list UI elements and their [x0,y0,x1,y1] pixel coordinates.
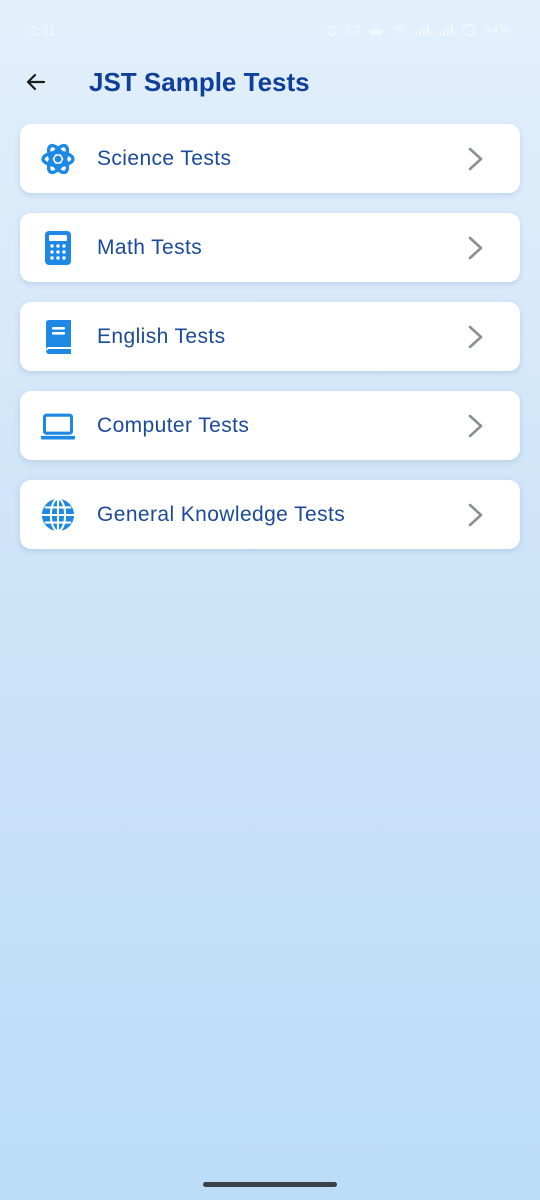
signal-icon [414,24,429,35]
english-tests-label: English Tests [97,325,226,348]
chevron-right-icon [468,236,483,260]
chevron-right-icon [468,325,483,349]
chevron-right-icon [468,503,483,527]
general-knowledge-tests-label: General Knowledge Tests [97,503,346,526]
page-title: JST Sample Tests [89,67,310,97]
general-knowledge-tests-item[interactable]: General Knowledge Tests [20,480,520,549]
back-button[interactable] [20,66,52,98]
math-tests-label: Math Tests [97,236,203,259]
book-icon [40,319,76,355]
globe-icon [40,497,76,533]
english-tests-item[interactable]: English Tests [20,302,520,371]
battery-percent: 94% [483,22,510,37]
chevron-right-icon [468,147,483,171]
test-category-list: Science Tests Math Tests English Tests C… [20,124,520,569]
science-tests-label: Science Tests [97,147,232,170]
computer-tests-item[interactable]: Computer Tests [20,391,520,460]
data-speed-icon [369,24,382,35]
chevron-right-icon [468,414,483,438]
computer-tests-label: Computer Tests [97,414,250,437]
science-tests-item[interactable]: Science Tests [20,124,520,193]
volte-icon [346,25,360,34]
atom-icon [40,141,76,177]
math-tests-item[interactable]: Math Tests [20,213,520,282]
calculator-icon [40,230,76,266]
home-indicator[interactable] [203,1182,337,1187]
status-time: 2:31 [30,23,56,38]
laptop-icon [40,408,76,444]
status-bar: 2:31 94% [0,0,540,60]
app-bar: JST Sample Tests [0,60,540,104]
signal-icon [438,24,453,35]
arrow-back-icon [26,73,46,91]
status-icons: 94% [326,22,510,37]
alarm-icon [327,25,337,35]
wifi-icon [392,24,406,34]
battery-icon [462,23,476,36]
